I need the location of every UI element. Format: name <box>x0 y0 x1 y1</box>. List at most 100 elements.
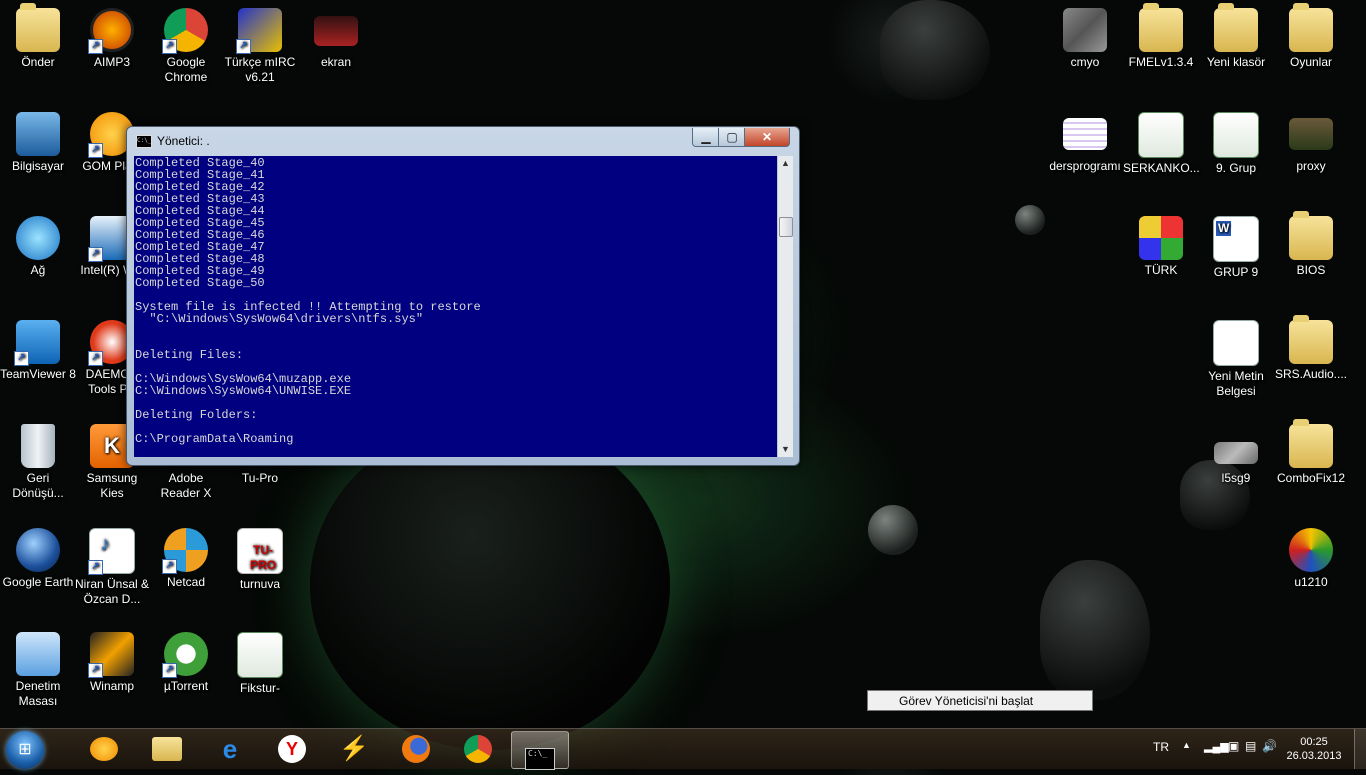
desktop-icon-grup-9[interactable]: W GRUP 9 <box>1198 216 1274 280</box>
installer-icon <box>1289 528 1333 572</box>
close-button[interactable]: ✕ <box>744 128 790 147</box>
maximize-button[interactable]: ▢ <box>718 128 746 147</box>
desktop-icon-label: Netcad <box>166 575 206 589</box>
desktop-icon-onder[interactable]: Önder <box>0 3 76 70</box>
desktop-icon-dersprogrami[interactable]: dersprogramı <box>1047 112 1123 174</box>
show-desktop-button[interactable] <box>1354 729 1366 769</box>
taskbar-winamp[interactable]: ⚡ <box>326 731 382 767</box>
desktop-icon-label: Fikstur- <box>240 681 280 695</box>
desktop-icon-control-panel[interactable]: Denetim Masası <box>0 632 76 709</box>
taskbar-command-prompt[interactable]: C:\_ <box>511 731 569 770</box>
desktop-icon-combofix[interactable]: ComboFix12 <box>1273 419 1349 486</box>
desktop-icon-srs-audio[interactable]: SRS.Audio.... <box>1273 315 1349 382</box>
excel-file-icon <box>237 632 283 678</box>
console-output[interactable]: Completed Stage_40 Completed Stage_41 Co… <box>134 156 777 457</box>
start-button[interactable]: ⊞ <box>6 731 44 769</box>
console-app-icon[interactable]: C:\_ <box>136 135 152 148</box>
desktop-icon-l5sg9[interactable]: l5sg9 <box>1198 424 1274 486</box>
taskbar-gom-player[interactable] <box>76 731 132 767</box>
desktop-icon-yeni-klasor[interactable]: Yeni klasör <box>1198 3 1274 70</box>
desktop-icon-u1210[interactable]: u1210 <box>1273 528 1349 590</box>
image-thumbnail-icon <box>1214 442 1258 464</box>
firefox-icon <box>402 735 430 763</box>
desktop-icon-teamviewer[interactable]: ↗ TeamViewer 8 <box>0 320 76 382</box>
scrollbar-thumb[interactable] <box>779 217 793 237</box>
desktop-icon-label: SERKANKO... <box>1123 161 1200 175</box>
clock[interactable]: 00:25 26.03.2013 <box>1284 735 1344 763</box>
desktop-icon-utorrent[interactable]: ↗ µTorrent <box>148 632 224 694</box>
desktop-icon-ekran[interactable]: ekran <box>298 8 374 70</box>
desktop-icon-label: Samsung Kies <box>86 471 138 500</box>
taskbar-chrome[interactable] <box>450 731 506 767</box>
image-thumbnail-icon <box>314 16 358 46</box>
scroll-up-arrow-icon[interactable]: ▲ <box>778 156 793 171</box>
desktop-icon-turk[interactable]: TÜRK <box>1123 216 1199 278</box>
folder-icon <box>1289 211 1333 260</box>
console-titlebar[interactable]: C:\_ Yönetici: . ▁ ▢ ✕ <box>127 127 799 151</box>
desktop-icon-recycle-bin[interactable]: Geri Dönüşü... <box>0 424 76 501</box>
minimize-button[interactable]: ▁ <box>692 128 720 147</box>
desktop-icon-fmelv[interactable]: FMELv1.3.4 <box>1123 3 1199 70</box>
desktop-icon-label: µTorrent <box>163 679 209 693</box>
clock-time: 00:25 <box>1300 736 1328 748</box>
taskbar-explorer[interactable] <box>139 731 195 767</box>
desktop-icon-cmyo[interactable]: cmyo <box>1047 8 1123 70</box>
folder-icon <box>1214 3 1258 52</box>
signal-strength-icon[interactable]: ▂▄▆ <box>1204 740 1229 753</box>
desktop-icon-label: Oyunlar <box>1289 55 1333 69</box>
teamviewer-icon: ↗ <box>14 320 60 366</box>
desktop-icon-ag[interactable]: Ağ <box>0 216 76 278</box>
tray-show-hidden-icon[interactable]: ▲ <box>1182 740 1191 750</box>
shortcut-arrow-icon: ↗ <box>88 247 103 262</box>
chrome-icon: ↗ <box>162 8 208 54</box>
desktop-icon-9-grup[interactable]: 9. Grup <box>1198 112 1274 176</box>
shortcut-arrow-icon: ↗ <box>162 39 177 54</box>
scroll-down-arrow-icon[interactable]: ▼ <box>778 442 793 457</box>
desktop-icon-winamp[interactable]: ↗ Winamp <box>74 632 150 694</box>
desktop-icon-google-earth[interactable]: Google Earth <box>0 528 76 590</box>
image-thumbnail-icon <box>1289 118 1333 150</box>
desktop-icon-fikstur[interactable]: Fikstur- <box>222 632 298 696</box>
desktop-icon-label: Geri Dönüşü... <box>12 471 64 500</box>
desktop-icon-yeni-metin-belgesi[interactable]: Yeni Metin Belgesi <box>1198 320 1274 399</box>
desktop-icon-netcad[interactable]: ↗ Netcad <box>148 528 224 590</box>
desktop-icon-google-chrome[interactable]: ↗ Google Chrome <box>148 8 224 85</box>
vertical-scrollbar[interactable]: ▲ ▼ <box>777 156 793 457</box>
device-icon[interactable]: ▣ <box>1228 739 1239 753</box>
desktop-icon-label: GRUP 9 <box>1213 265 1259 279</box>
taskbar-internet-explorer[interactable]: e <box>202 731 258 767</box>
desktop-icon-bios[interactable]: BIOS <box>1273 211 1349 278</box>
network-tray-icon[interactable]: ▤ <box>1245 739 1256 753</box>
desktop-icon-mirc[interactable]: ↗ Türkçe mIRC v6.21 <box>222 8 298 85</box>
desktop-icon-mp3-file[interactable]: ♪ ↗ Niran Ünsal & Özcan D... <box>74 528 150 607</box>
desktop-icon-label: Denetim Masası <box>15 679 61 708</box>
desktop-icon-aimp3[interactable]: ↗ AIMP3 <box>74 8 150 70</box>
desktop-icon-bilgisayar[interactable]: Bilgisayar <box>0 112 76 174</box>
desktop-icon-proxy[interactable]: proxy <box>1273 112 1349 174</box>
yandex-browser-icon: Y <box>278 735 306 763</box>
taskbar-yandex[interactable]: Y <box>264 731 320 767</box>
desktop-icon-oyunlar[interactable]: Oyunlar <box>1273 3 1349 70</box>
desktop-icon-turnuva[interactable]: TU-PRO turnuva <box>222 528 298 592</box>
language-indicator[interactable]: TR <box>1153 740 1169 754</box>
desktop-icon-label: Yeni Metin Belgesi <box>1208 369 1264 398</box>
taskbar-firefox[interactable] <box>388 731 444 767</box>
winamp-icon: ↗ <box>88 632 134 678</box>
console-text: Completed Stage_40 Completed Stage_41 Co… <box>135 156 481 446</box>
desktop-icon-label: Google Earth <box>2 575 74 589</box>
volume-icon[interactable]: 🔊 <box>1262 739 1277 753</box>
desktop-icon-label: FMELv1.3.4 <box>1128 55 1194 69</box>
computer-icon <box>16 112 60 156</box>
desktop-icon-serkanko[interactable]: SERKANKO... <box>1123 112 1200 176</box>
gom-player-icon <box>90 737 118 761</box>
google-earth-icon <box>16 528 60 572</box>
folder-icon <box>152 737 182 761</box>
shortcut-arrow-icon: ↗ <box>162 663 177 678</box>
wallpaper-asteroid <box>1040 560 1150 700</box>
desktop-icon-label: u1210 <box>1294 575 1328 589</box>
text-file-icon <box>1213 320 1259 366</box>
desktop-icon-label: TeamViewer 8 <box>0 367 76 381</box>
shortcut-arrow-icon: ↗ <box>88 143 103 158</box>
excel-file-icon <box>1138 112 1184 158</box>
console-window[interactable]: C:\_ Yönetici: . ▁ ▢ ✕ Completed Stage_4… <box>126 126 800 466</box>
